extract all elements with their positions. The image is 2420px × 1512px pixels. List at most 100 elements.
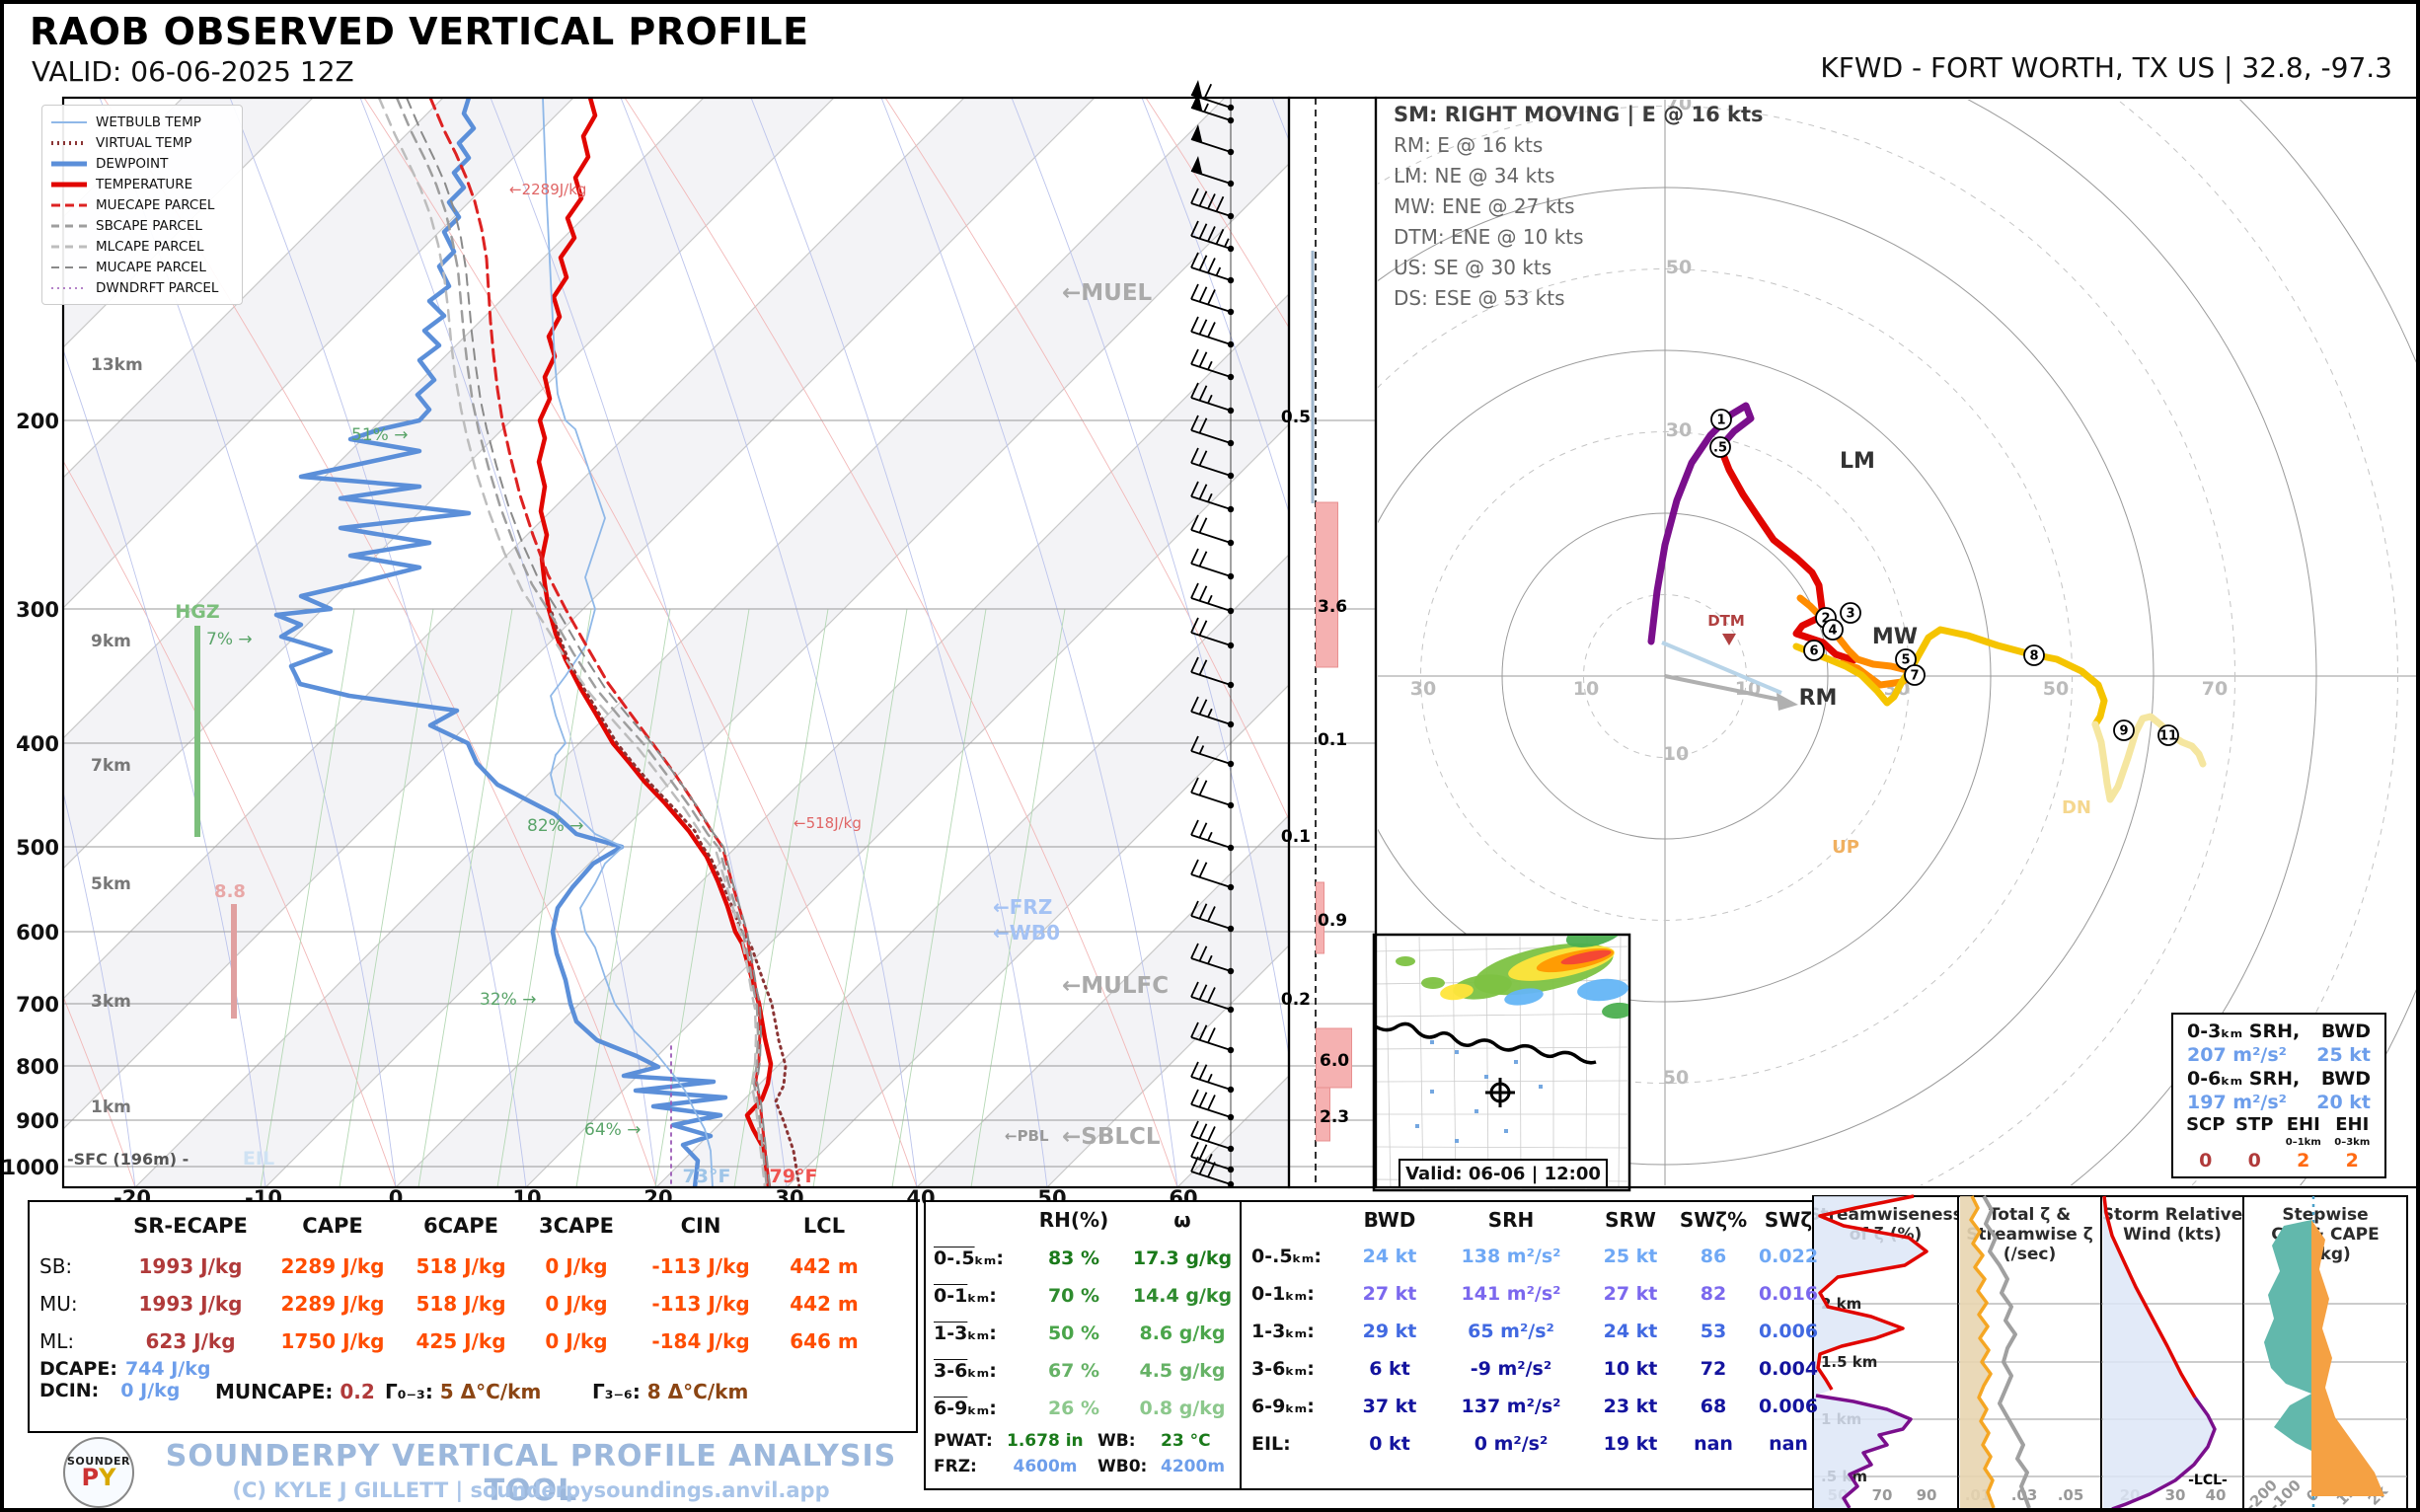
stats-header: 6CAPE [401, 1210, 521, 1247]
chart-label: 500 [16, 836, 59, 860]
rh-cell: 70 % [1028, 1277, 1119, 1315]
stats-cell: 0 J/kg [521, 1247, 632, 1285]
ehi-0-3-label: EHI0–3km [2328, 1117, 2378, 1150]
kinematics-header: BWD [1342, 1208, 1437, 1238]
kinematics-cell: 138 m²/s² [1437, 1238, 1585, 1275]
chart-label: 7km [91, 756, 131, 776]
legend-item: TEMPERATURE [50, 174, 234, 194]
thermo-stats-table: SR-ECAPECAPE6CAPE3CAPECINLCLSB:1993 J/kg… [30, 1202, 916, 1360]
skewt-background [4, 98, 2420, 1187]
storm-motion-line: DTM: ENE @ 10 kts [1394, 225, 1764, 249]
chart-label: DN [2062, 797, 2091, 818]
kinematics-cell: 25 kt [1585, 1238, 1676, 1275]
legend-item-label: DWNDRFT PARCEL [96, 280, 218, 296]
chart-label: MW [1872, 625, 1918, 649]
chart-label: 10 [1573, 678, 1599, 700]
chart-label: ←MUEL [1062, 280, 1153, 306]
legend-item-label: MUECAPE PARCEL [96, 197, 214, 213]
chart-label: 8 [2029, 649, 2038, 664]
rh-table: RH(%)ω0-.5ₖₘ:83 %17.3 g/kg0-1ₖₘ:70 %14.4… [926, 1202, 1240, 1427]
dcape-dcin-block: DCAPE:744 J/kg DCIN:0 J/kg [39, 1358, 210, 1401]
srh-0-3-label: 0-3ₖₘ SRH, [2187, 1021, 2300, 1042]
kinematics-cell: nan [1676, 1425, 1751, 1463]
srh-summary-box: 0-3ₖₘ SRH,BWD 207 m²/s²25 kt 0-6ₖₘ SRH,B… [2171, 1013, 2386, 1178]
kinematics-row-label: 0-.5ₖₘ: [1251, 1238, 1342, 1275]
chart-label: 50 [2043, 678, 2069, 700]
kinematics-cell: 82 [1676, 1275, 1751, 1313]
chart-label: 79°F [770, 1166, 818, 1187]
kinematics-cell: 72 [1676, 1350, 1751, 1388]
kinematics-cell: 137 m²/s² [1437, 1388, 1585, 1425]
stats-cell: 518 J/kg [401, 1285, 521, 1323]
kinematics-cell: 0.016 [1751, 1275, 1826, 1313]
kinematics-cell: 0.006 [1751, 1388, 1826, 1425]
chart-label: .05 [2058, 1486, 2084, 1504]
stats-cell: 1750 J/kg [265, 1323, 401, 1360]
storm-motion-line: US: SE @ 30 kts [1394, 256, 1764, 279]
chart-label: .5 [1713, 441, 1727, 456]
kinematics-header: SWζ [1751, 1208, 1826, 1238]
chart-label: ←WB0 [993, 921, 1060, 945]
stats-cell: 2289 J/kg [265, 1285, 401, 1323]
legend-item-label: VIRTUAL TEMP [96, 135, 191, 151]
stats-cell: 2289 J/kg [265, 1247, 401, 1285]
kinematics-table: BWDSRHSRWSWζ%SWζ0-.5ₖₘ:24 kt138 m²/s²25 … [1242, 1202, 1812, 1463]
footer: SOUNDER PY SOUNDERPY VERTICAL PROFILE AN… [28, 1437, 916, 1512]
stats-cell: 0 J/kg [521, 1323, 632, 1360]
bwd-0-3-value: 25 kt [2316, 1044, 2371, 1066]
kinematics-cell: 24 kt [1585, 1313, 1676, 1350]
radar-valid-label: Valid: 06-06 | 12:00 [1399, 1159, 1608, 1188]
rh-cell: 67 % [1028, 1352, 1119, 1390]
chart-label: 3.6 [1318, 597, 1347, 617]
chart-label: 5km [91, 874, 131, 894]
srh-0-6-value: 197 m²/s² [2187, 1092, 2287, 1113]
rh-header: ω [1119, 1208, 1246, 1240]
legend-item: VIRTUAL TEMP [50, 132, 234, 153]
rh-cell: 17.3 g/kg [1119, 1240, 1246, 1277]
storm-motion-line: MW: ENE @ 27 kts [1394, 194, 1764, 218]
rh-row-label: 3-6ₖₘ: [934, 1352, 1028, 1390]
chart-label: 0.9 [1318, 911, 1347, 931]
srh-0-6-label: 0-6ₖₘ SRH, [2187, 1068, 2300, 1090]
chart-label: ←518J/kg [794, 814, 862, 832]
chart-label: ←2289J/kg [509, 181, 586, 198]
stats-cell: -113 J/kg [632, 1285, 770, 1323]
radar-inset [1374, 915, 1634, 1190]
legend-item: MLCAPE PARCEL [50, 236, 234, 257]
rh-cell: 14.4 g/kg [1119, 1277, 1246, 1315]
chart-label: 700 [16, 993, 59, 1017]
storm-motion-info: SM: RIGHT MOVING | E @ 16 ktsRM: E @ 16 … [1394, 103, 1764, 317]
legend-item-label: TEMPERATURE [96, 177, 192, 192]
chart-label: RM [1799, 686, 1838, 711]
chart-label: 10 [1663, 743, 1689, 765]
chart-label: 32% → [480, 990, 536, 1010]
kinematics-cell: 141 m²/s² [1437, 1275, 1585, 1313]
legend-line-sample [50, 221, 88, 231]
stats-header: CAPE [265, 1210, 401, 1247]
chart-label: 40 [2206, 1486, 2227, 1504]
chart-label: 64% → [584, 1120, 641, 1140]
pwat-block: PWAT:1.678 inWB:23 °C FRZ:4600mWB0:4200m [934, 1431, 1235, 1482]
kinematics-cell: 6 kt [1342, 1350, 1437, 1388]
chart-label: 90 [1917, 1486, 1937, 1504]
chart-label: 1km [91, 1097, 131, 1117]
chart-label: 0.1 [1281, 827, 1311, 847]
bwd-0-6-label: BWD [2321, 1068, 2371, 1090]
chart-label: 7% → [206, 630, 253, 649]
chart-label: UP [1832, 837, 1859, 858]
bwd-0-3-label: BWD [2321, 1021, 2371, 1042]
skewt-legend: WETBULB TEMPVIRTUAL TEMPDEWPOINTTEMPERAT… [41, 105, 243, 305]
kinematics-cell: 0 kt [1342, 1425, 1437, 1463]
chart-label: 0.2 [1281, 990, 1311, 1010]
stats-header: LCL [770, 1210, 878, 1247]
stats-cell: -113 J/kg [632, 1247, 770, 1285]
rh-cell: 26 % [1028, 1390, 1119, 1427]
kinematics-header: SWζ% [1676, 1208, 1751, 1238]
kinematics-cell: 86 [1676, 1238, 1751, 1275]
raob-profile-app: RAOB OBSERVED VERTICAL PROFILE VALID: 06… [0, 0, 2420, 1512]
storm-motion-line: DS: ESE @ 53 kts [1394, 286, 1764, 310]
legend-line-sample [50, 180, 88, 189]
sounderpy-logo: SOUNDER PY [63, 1437, 134, 1508]
lapse-rate-0-3: Γ₀₋₃: 5 Δ°C/km [385, 1380, 541, 1403]
mini-panels: Streamwisenessof ζ (%)5070902 km1.5 km1 … [1808, 1196, 2407, 1512]
